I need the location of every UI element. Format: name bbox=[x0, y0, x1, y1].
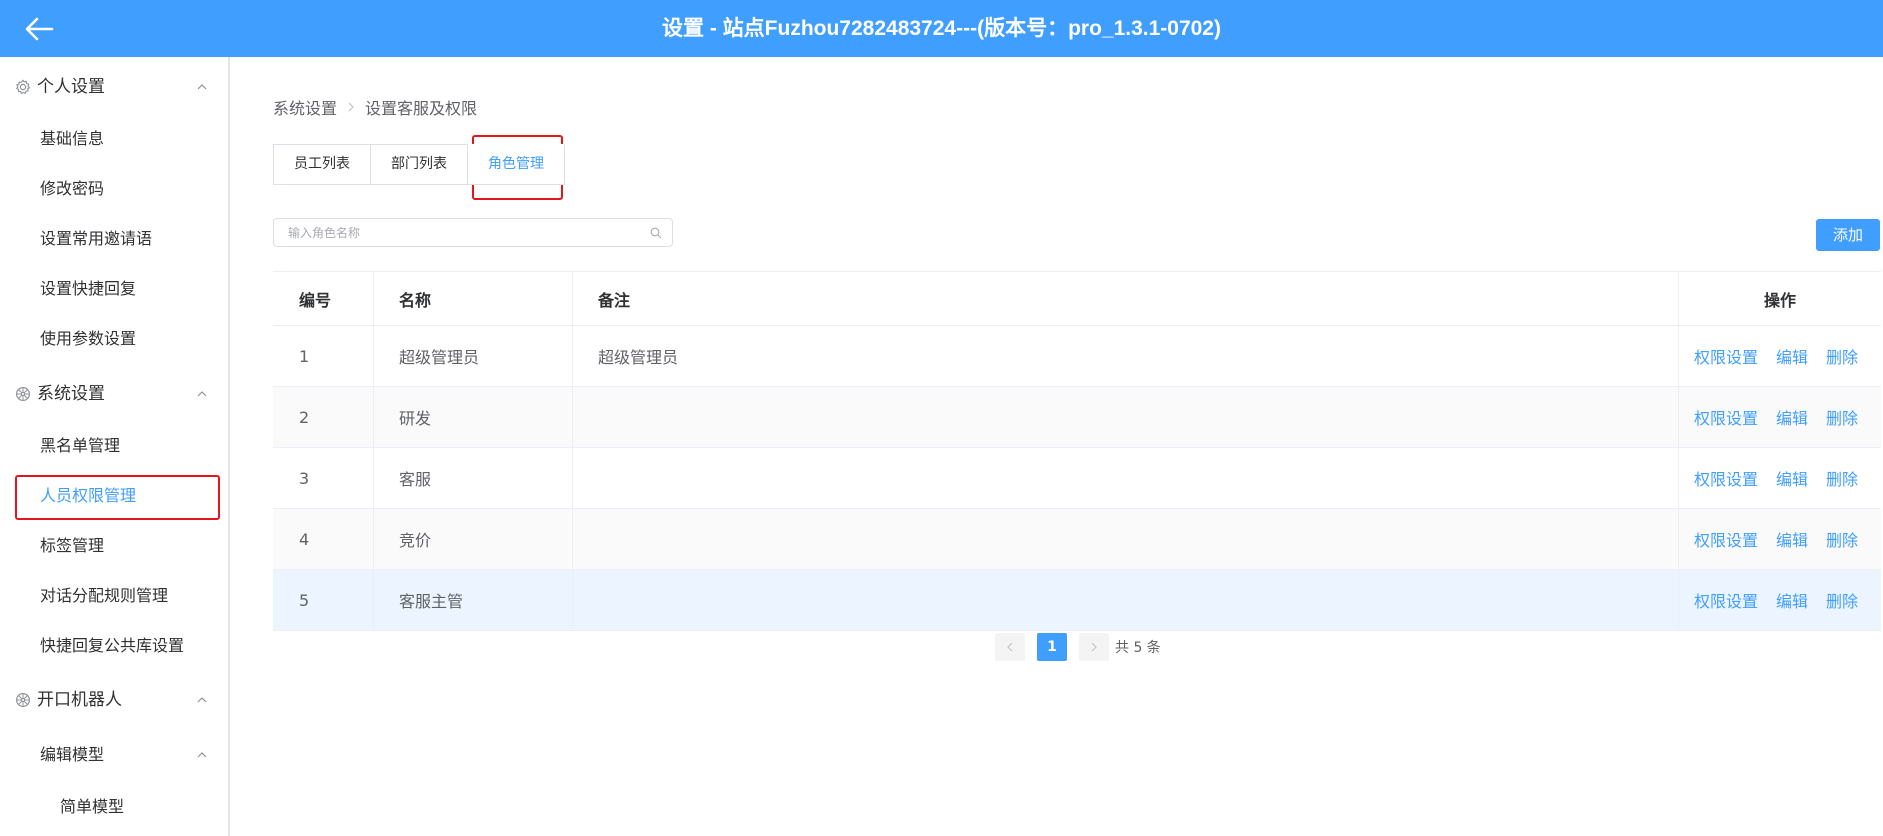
chevron-up-icon bbox=[197, 391, 207, 397]
permission-settings-link[interactable]: 权限设置 bbox=[1694, 344, 1758, 368]
next-page-button[interactable] bbox=[1079, 633, 1109, 661]
chevron-left-icon bbox=[1007, 642, 1013, 652]
table-row: 1 超级管理员 超级管理员 权限设置 编辑 删除 bbox=[273, 326, 1881, 387]
sidebar-group-label: 个人设置 bbox=[37, 77, 105, 97]
cell-name: 客服 bbox=[374, 448, 573, 508]
wheel-icon bbox=[15, 692, 31, 708]
tab-bar: 员工列表 部门列表 角色管理 bbox=[273, 144, 565, 185]
roles-table: 编号 名称 备注 操作 1 超级管理员 超级管理员 权限设置 编辑 删除 2 研… bbox=[273, 271, 1881, 631]
delete-link[interactable]: 删除 bbox=[1826, 344, 1858, 368]
pagination: 1 共 5 条 bbox=[995, 633, 1161, 661]
chevron-up-icon bbox=[197, 697, 207, 703]
edit-link[interactable]: 编辑 bbox=[1776, 405, 1808, 429]
cell-actions: 权限设置 编辑 删除 bbox=[1679, 387, 1881, 447]
search-icon[interactable] bbox=[650, 227, 662, 239]
sidebar-item-invite-phrases[interactable]: 设置常用邀请语 bbox=[0, 217, 228, 261]
sidebar-item-quick-replies[interactable]: 设置快捷回复 bbox=[0, 267, 228, 311]
cell-number: 1 bbox=[273, 326, 374, 386]
prev-page-button[interactable] bbox=[995, 633, 1025, 661]
breadcrumb-item: 设置客服及权限 bbox=[365, 99, 478, 118]
table-header: 编号 名称 备注 操作 bbox=[273, 272, 1881, 326]
cell-name: 超级管理员 bbox=[374, 326, 573, 386]
top-bar: 设置 - 站点Fuzhou7282483724---(版本号：pro_1.3.1… bbox=[0, 0, 1883, 57]
cell-number: 5 bbox=[273, 570, 374, 630]
total-count: 共 5 条 bbox=[1115, 640, 1161, 656]
cell-note bbox=[573, 570, 1679, 630]
column-header-note: 备注 bbox=[573, 272, 1679, 325]
cell-actions: 权限设置 编辑 删除 bbox=[1679, 509, 1881, 569]
cell-number: 2 bbox=[273, 387, 374, 447]
sidebar-group-system[interactable]: 系统设置 bbox=[0, 369, 228, 419]
sidebar-item-simple-model[interactable]: 简单模型 bbox=[0, 785, 228, 829]
sidebar-group-label: 开口机器人 bbox=[37, 690, 122, 710]
chevron-up-icon bbox=[197, 84, 207, 90]
breadcrumb: 系统设置 设置客服及权限 bbox=[273, 95, 477, 119]
cell-note bbox=[573, 387, 1679, 447]
sidebar-item-quick-reply-library[interactable]: 快捷回复公共库设置 bbox=[0, 624, 228, 668]
cell-actions: 权限设置 编辑 删除 bbox=[1679, 326, 1881, 386]
cell-name: 研发 bbox=[374, 387, 573, 447]
gear-icon bbox=[16, 79, 31, 95]
sidebar: 个人设置 基础信息 修改密码 设置常用邀请语 设置快捷回复 使用参数设置 系统设… bbox=[0, 57, 230, 836]
chevron-up-icon bbox=[197, 752, 207, 758]
sidebar-group-personal[interactable]: 个人设置 bbox=[0, 62, 228, 112]
sidebar-item-usage-params[interactable]: 使用参数设置 bbox=[0, 317, 228, 361]
sidebar-item-change-password[interactable]: 修改密码 bbox=[0, 167, 228, 211]
delete-link[interactable]: 删除 bbox=[1826, 405, 1858, 429]
sidebar-item-tags[interactable]: 标签管理 bbox=[0, 524, 228, 568]
breadcrumb-item[interactable]: 系统设置 bbox=[273, 95, 337, 119]
sidebar-item-dialog-rules[interactable]: 对话分配规则管理 bbox=[0, 574, 228, 618]
delete-link[interactable]: 删除 bbox=[1826, 466, 1858, 490]
cell-note bbox=[573, 448, 1679, 508]
table-row: 2 研发 权限设置 编辑 删除 bbox=[273, 387, 1881, 448]
cell-note bbox=[573, 509, 1679, 569]
tab-role-management[interactable]: 角色管理 bbox=[468, 144, 565, 185]
cell-number: 4 bbox=[273, 509, 374, 569]
permission-settings-link[interactable]: 权限设置 bbox=[1694, 466, 1758, 490]
role-search-box bbox=[273, 218, 673, 247]
permission-settings-link[interactable]: 权限设置 bbox=[1694, 405, 1758, 429]
sidebar-group-label: 系统设置 bbox=[37, 384, 105, 404]
page-title: 设置 - 站点Fuzhou7282483724---(版本号：pro_1.3.1… bbox=[662, 17, 1221, 40]
cell-actions: 权限设置 编辑 删除 bbox=[1679, 570, 1881, 630]
column-header-number: 编号 bbox=[273, 272, 374, 325]
edit-link[interactable]: 编辑 bbox=[1776, 588, 1808, 612]
edit-link[interactable]: 编辑 bbox=[1776, 527, 1808, 551]
cell-name: 客服主管 bbox=[374, 570, 573, 630]
edit-link[interactable]: 编辑 bbox=[1776, 344, 1808, 368]
role-search-input[interactable] bbox=[288, 219, 648, 246]
permission-settings-link[interactable]: 权限设置 bbox=[1694, 527, 1758, 551]
sidebar-item-blacklist[interactable]: 黑名单管理 bbox=[0, 424, 228, 468]
chevron-right-icon bbox=[348, 102, 354, 112]
column-header-actions: 操作 bbox=[1763, 290, 1796, 310]
add-role-button[interactable]: 添加 bbox=[1816, 219, 1880, 251]
delete-link[interactable]: 删除 bbox=[1826, 527, 1858, 551]
column-header-name: 名称 bbox=[374, 272, 573, 325]
sidebar-item-edit-model[interactable]: 编辑模型 bbox=[0, 733, 228, 777]
sidebar-item-basic-info[interactable]: 基础信息 bbox=[0, 117, 228, 161]
cell-note: 超级管理员 bbox=[573, 326, 1679, 386]
table-row: 4 竞价 权限设置 编辑 删除 bbox=[273, 509, 1881, 570]
cell-number: 3 bbox=[273, 448, 374, 508]
delete-link[interactable]: 删除 bbox=[1826, 588, 1858, 612]
sidebar-group-robot[interactable]: 开口机器人 bbox=[0, 675, 228, 725]
cell-name: 竞价 bbox=[374, 509, 573, 569]
sidebar-item-label: 编辑模型 bbox=[40, 745, 105, 764]
chevron-right-icon bbox=[1091, 642, 1097, 652]
wheel-icon bbox=[15, 386, 31, 402]
tab-staff-list[interactable]: 员工列表 bbox=[273, 144, 371, 185]
tab-department-list[interactable]: 部门列表 bbox=[371, 144, 468, 185]
table-row: 3 客服 权限设置 编辑 删除 bbox=[273, 448, 1881, 509]
edit-link[interactable]: 编辑 bbox=[1776, 466, 1808, 490]
permission-settings-link[interactable]: 权限设置 bbox=[1694, 588, 1758, 612]
sidebar-item-staff-permissions[interactable]: 人员权限管理 bbox=[0, 474, 228, 518]
cell-actions: 权限设置 编辑 删除 bbox=[1679, 448, 1881, 508]
page-number-button[interactable]: 1 bbox=[1037, 633, 1067, 661]
table-row: 5 客服主管 权限设置 编辑 删除 bbox=[273, 570, 1881, 631]
